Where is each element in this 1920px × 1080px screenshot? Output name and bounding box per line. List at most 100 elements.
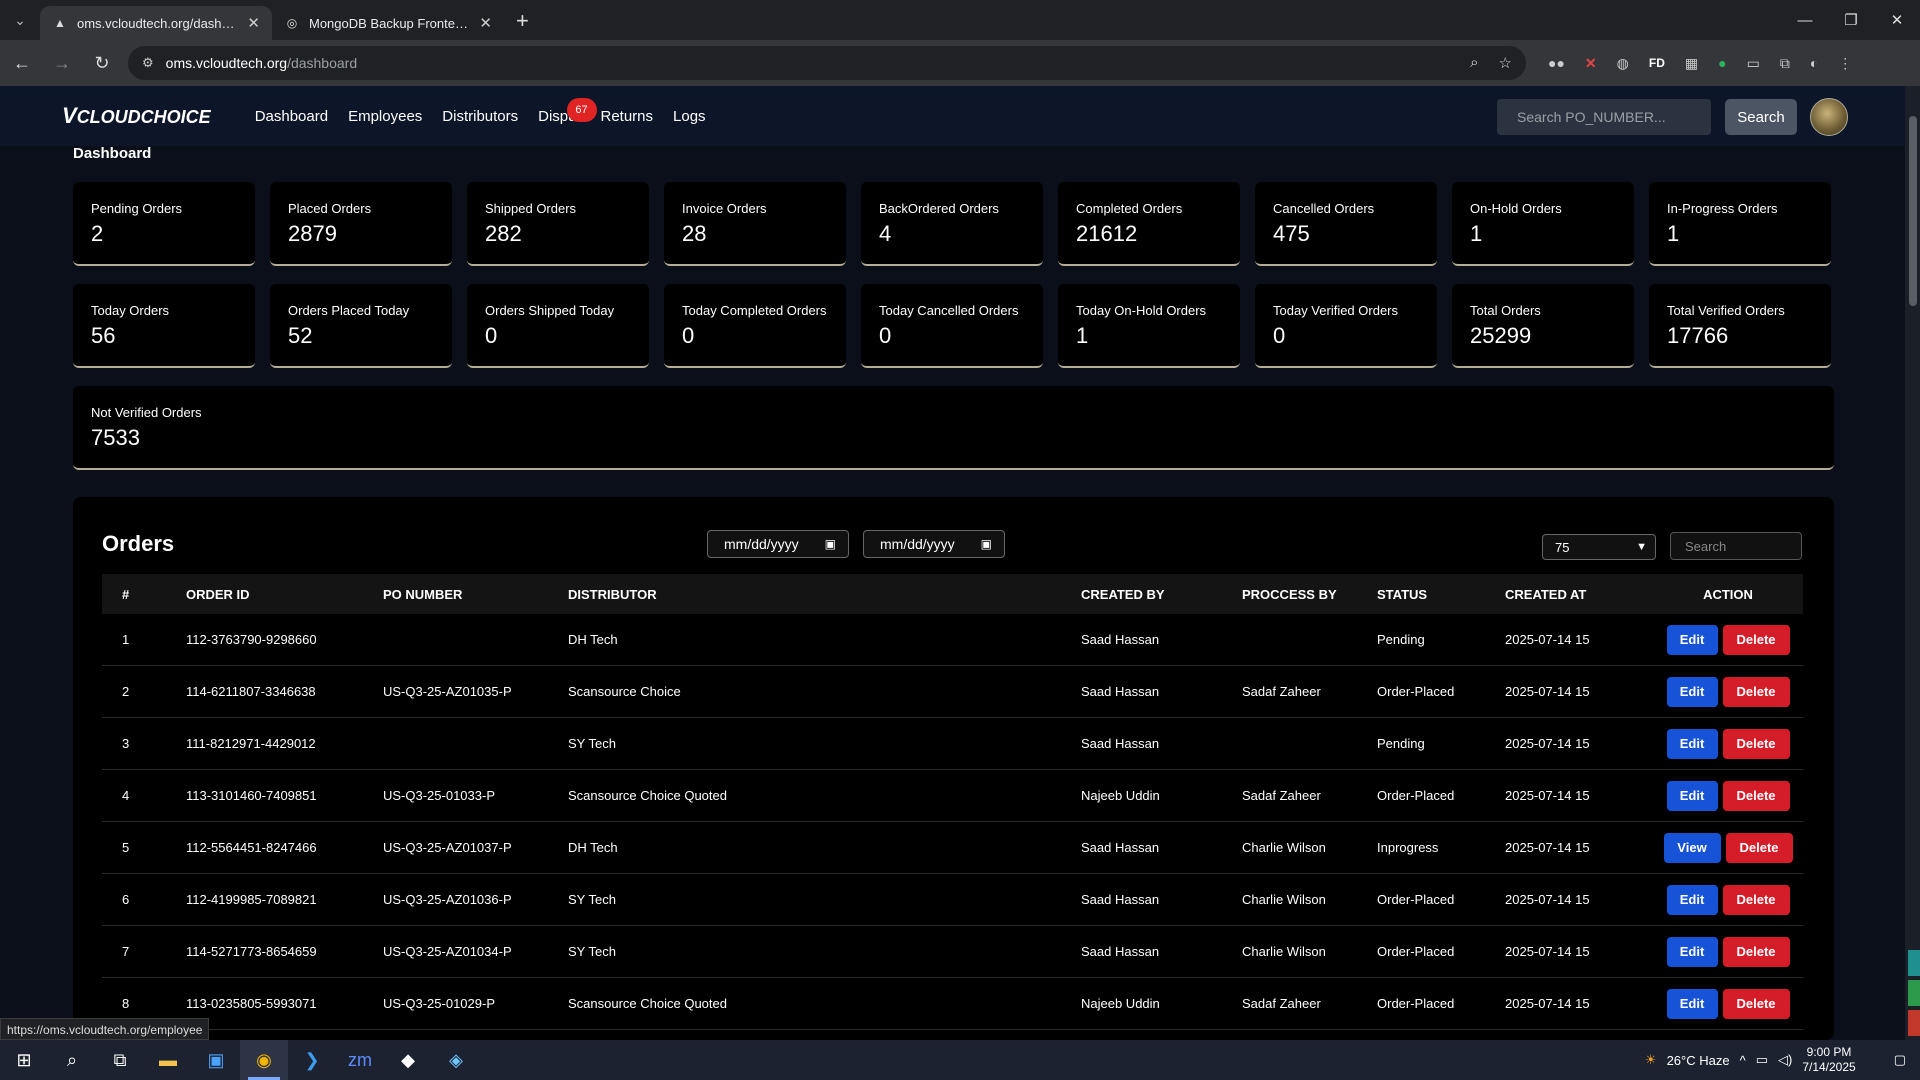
cell-order-id: 114-5271773-8654659 [186, 944, 317, 959]
globe-favicon-icon: ◎ [286, 16, 298, 30]
nav-returns[interactable]: Returns [601, 108, 654, 125]
po-search-input[interactable]: Search PO_NUMBER... [1497, 99, 1711, 135]
edit-button[interactable]: Edit [1666, 988, 1718, 1019]
notifications-icon[interactable]: ▢ [1894, 1052, 1906, 1068]
delete-button[interactable]: Delete [1722, 884, 1790, 915]
extension-glasses-icon[interactable]: ●● [1548, 55, 1565, 71]
volume-icon[interactable]: ◁) [1778, 1052, 1792, 1068]
back-arrow-icon[interactable]: ← [4, 45, 40, 81]
page-size-select[interactable]: 75 ▼ [1542, 534, 1656, 560]
app-diamond-icon[interactable]: ◈ [432, 1040, 480, 1080]
cell-created-by: Saad Hassan [1081, 892, 1160, 907]
extension-globe-icon[interactable]: ◍ [1617, 55, 1629, 72]
avatar[interactable] [1810, 98, 1848, 136]
extension-image-icon[interactable]: ▦ [1685, 55, 1698, 72]
address-bar[interactable]: ⚙ oms.vcloudtech.org /dashboard ⌕ ☆ [128, 46, 1526, 80]
delete-button[interactable]: Delete [1722, 676, 1790, 707]
mongodb-compass-icon[interactable]: ◆ [384, 1040, 432, 1080]
nav-logs[interactable]: Logs [673, 108, 706, 125]
side-tab-red[interactable] [1908, 1010, 1920, 1036]
minimize-icon[interactable]: — [1782, 0, 1828, 40]
restore-icon[interactable]: ❐ [1828, 0, 1874, 40]
stat-value: 475 [1273, 221, 1310, 246]
date-from-input[interactable]: mm/dd/yyyy ▣ [707, 530, 849, 558]
cell-created-by: Saad Hassan [1081, 944, 1160, 959]
table-search-input[interactable]: Search [1670, 532, 1802, 560]
stat-label: Today On-Hold Orders [1076, 303, 1207, 318]
col-header: PO NUMBER [383, 586, 463, 602]
profile-icon[interactable]: ◐ [1810, 55, 1818, 71]
delete-button[interactable]: Delete [1722, 988, 1790, 1019]
weather-text[interactable]: 26°C Haze [1667, 1053, 1730, 1068]
close-icon[interactable]: ✕ [247, 14, 260, 32]
search-button[interactable]: Search [1725, 99, 1797, 135]
tab-search-chevron-icon[interactable]: ⌄ [0, 0, 40, 40]
delete-button[interactable]: Delete [1722, 728, 1790, 759]
zoom-magnifier-icon[interactable]: ⌕ [1470, 54, 1478, 72]
nav-distributors[interactable]: Distributors [442, 108, 518, 125]
browser-tab-dashboard[interactable]: ▲ oms.vcloudtech.org/dashboard ✕ [40, 6, 272, 40]
edit-button[interactable]: Edit [1666, 884, 1718, 915]
bookmark-star-icon[interactable]: ☆ [1499, 54, 1512, 72]
site-info-icon[interactable]: ⚙ [142, 55, 154, 71]
stat-label: BackOrdered Orders [879, 201, 999, 216]
stat-value: 1 [1076, 323, 1089, 348]
stat-label: Today Completed Orders [682, 303, 827, 318]
delete-button[interactable]: Delete [1722, 936, 1790, 967]
table-row: 3 111-8212971-4429012 SY Tech Saad Hassan Pe… [102, 718, 1803, 770]
nav-dashboard[interactable]: Dashboard [255, 108, 328, 125]
extension-fd-icon[interactable]: FD [1649, 56, 1665, 70]
nav-disputes[interactable]: Dispu 67 [538, 97, 597, 125]
view-button[interactable]: View [1663, 832, 1721, 863]
file-explorer-icon[interactable]: ▬ [144, 1040, 192, 1080]
nav-employees[interactable]: Employees [348, 108, 422, 125]
extension-green-icon[interactable]: ● [1718, 55, 1726, 71]
zoom-icon[interactable]: zm [336, 1040, 384, 1080]
side-tab-teal[interactable] [1908, 950, 1920, 976]
col-header: CREATED BY [1081, 586, 1165, 602]
tray-chevron-up-icon[interactable]: ^ [1740, 1053, 1746, 1068]
stat-card: In-Progress Orders 1 [1649, 182, 1831, 266]
disputes-count-badge: 67 [566, 97, 597, 122]
edit-button[interactable]: Edit [1666, 676, 1718, 707]
stat-value: 1 [1667, 221, 1680, 246]
edit-button[interactable]: Edit [1666, 780, 1718, 811]
clock[interactable]: 9:00 PM 7/14/2025 [1802, 1045, 1855, 1075]
extension-screen-icon[interactable]: ▭ [1747, 55, 1760, 72]
reload-icon[interactable]: ↻ [84, 45, 120, 81]
chrome-icon[interactable]: ◉ [240, 1040, 288, 1080]
edit-button[interactable]: Edit [1666, 624, 1718, 655]
extension-x-icon[interactable]: ✕ [1585, 55, 1597, 72]
cell-n: 6 [122, 892, 130, 907]
cell-n: 4 [122, 788, 130, 803]
stat-label: Today Cancelled Orders [879, 303, 1019, 318]
close-window-icon[interactable]: ✕ [1874, 0, 1920, 40]
calendar-icon[interactable]: ▣ [825, 537, 836, 551]
edit-button[interactable]: Edit [1666, 936, 1718, 967]
delete-button[interactable]: Delete [1722, 780, 1790, 811]
calendar-icon[interactable]: ▣ [981, 537, 992, 551]
edit-button[interactable]: Edit [1666, 728, 1718, 759]
task-view-icon[interactable]: ⧉ [96, 1040, 144, 1080]
browser-tab-mongodb[interactable]: ◎ MongoDB Backup Frontend Int ✕ [272, 6, 504, 40]
extensions-puzzle-icon[interactable]: ⧉ [1780, 55, 1790, 72]
weather-icon[interactable]: ☀ [1645, 1052, 1657, 1068]
new-tab-plus-icon[interactable]: + [504, 8, 541, 40]
vscode-icon[interactable]: ❯ [288, 1040, 336, 1080]
delete-button[interactable]: Delete [1725, 832, 1793, 863]
search-icon[interactable]: ⌕ [48, 1040, 96, 1080]
url-host: oms.vcloudtech.org [165, 55, 288, 71]
side-tab-green[interactable] [1908, 980, 1920, 1006]
brand-logo[interactable]: VCLOUDCHOICE [62, 103, 211, 129]
store-icon[interactable]: ▣ [192, 1040, 240, 1080]
page-scrollbar[interactable] [1905, 86, 1920, 1040]
forward-arrow-icon[interactable]: → [44, 45, 80, 81]
scrollbar-thumb[interactable] [1909, 116, 1917, 306]
close-icon[interactable]: ✕ [479, 14, 492, 32]
extensions-bar: ●● ✕ ◍ FD ▦ ● ▭ ⧉ ◐ ⋮ [1548, 55, 1852, 72]
delete-button[interactable]: Delete [1722, 624, 1790, 655]
date-to-input[interactable]: mm/dd/yyyy ▣ [863, 530, 1005, 558]
windows-start-icon[interactable]: ⊞ [0, 1040, 48, 1080]
more-menu-icon[interactable]: ⋮ [1838, 55, 1852, 72]
network-icon[interactable]: ▭ [1756, 1052, 1768, 1068]
